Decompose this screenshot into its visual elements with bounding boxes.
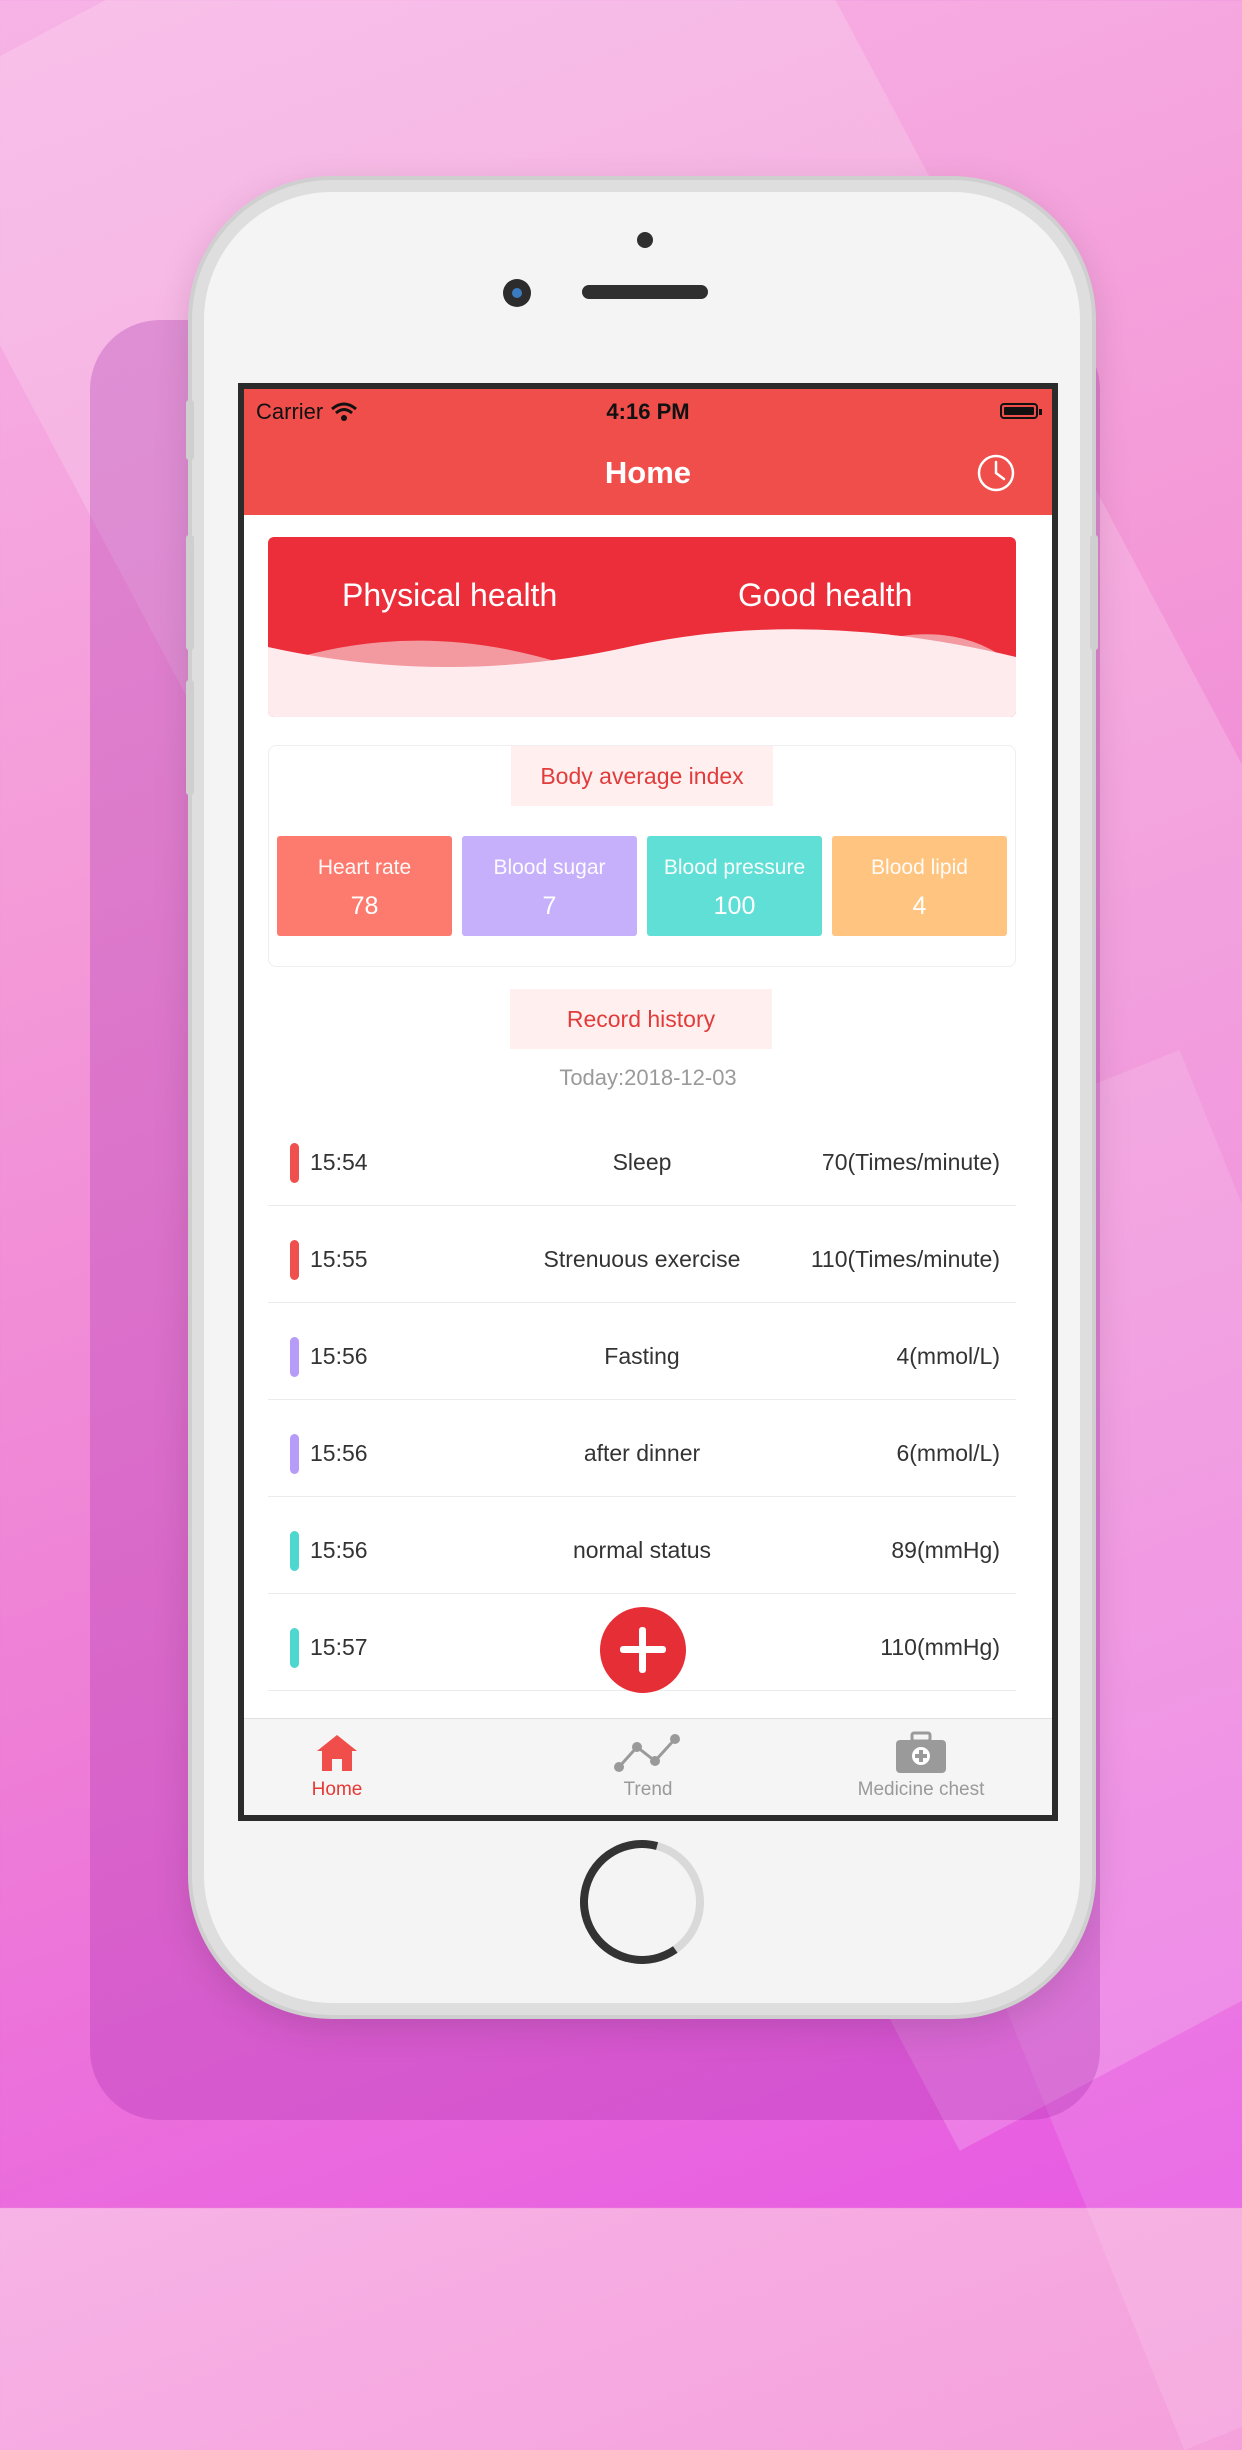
nav-bar: Home (244, 433, 1052, 515)
tile-label: Heart rate (317, 856, 412, 879)
index-tiles: Heart rate 78 Blood sugar 7 Blood pressu… (277, 836, 1007, 936)
history-row[interactable]: 15:56 Fasting 4(mmol/L) (268, 1303, 1016, 1400)
medicine-chest-icon (896, 1731, 946, 1773)
tab-label: Home (311, 1779, 363, 1800)
tile-label: Blood sugar (493, 856, 606, 879)
tab-label: Medicine chest (857, 1779, 985, 1800)
trend-icon (614, 1734, 680, 1772)
volume-down-button (186, 680, 194, 795)
history-date: Today:2018-12-03 (559, 1065, 737, 1090)
status-time: 4:16 PM (606, 399, 690, 424)
row-value: 4(mmol/L) (896, 1343, 1000, 1369)
clock-icon[interactable] (976, 453, 1016, 493)
earpiece-speaker (582, 285, 708, 299)
row-value: 110(mmHg) (880, 1634, 1000, 1660)
record-history-title: Record history (510, 989, 772, 1049)
health-banner: Physical health Good health (268, 537, 1016, 717)
history-row[interactable]: 15:55 Strenuous exercise 110(Times/minut… (268, 1206, 1016, 1303)
history-row[interactable]: 15:56 after dinner 6(mmol/L) (268, 1400, 1016, 1497)
row-time: 15:57 (310, 1634, 368, 1660)
average-index-title: Body average index (511, 746, 773, 806)
home-button[interactable] (580, 1840, 704, 1964)
row-value: 89(mmHg) (891, 1537, 1000, 1563)
app-screen: Carrier 4:16 PM Home Physical health Goo… (238, 383, 1058, 1821)
history-list: 15:54 Sleep 70(Times/minute) 15:55 Stren… (268, 1109, 1016, 1691)
home-icon (317, 1735, 357, 1771)
volume-up-button (186, 535, 194, 650)
banner-left-text: Physical health (342, 577, 558, 613)
tile-blood-sugar[interactable]: Blood sugar 7 (462, 836, 637, 936)
power-button (1090, 535, 1098, 650)
tile-value: 4 (912, 892, 927, 920)
tile-blood-lipid[interactable]: Blood lipid 4 (832, 836, 1007, 936)
history-row[interactable]: 15:56 normal status 89(mmHg) (268, 1497, 1016, 1594)
tile-value: 100 (713, 892, 756, 920)
mute-switch (186, 400, 194, 460)
tab-trend[interactable]: Trend (548, 1719, 748, 1815)
tile-value: 78 (350, 892, 379, 920)
add-record-button[interactable] (600, 1607, 686, 1693)
tab-bar: Home Trend Medicine chest (244, 1718, 1052, 1815)
status-bar: Carrier 4:16 PM (244, 389, 1052, 433)
row-value: 110(Times/minute) (810, 1246, 1000, 1272)
tile-label: Blood pressure (663, 856, 806, 879)
front-camera (503, 279, 531, 307)
page-title: Home (604, 455, 692, 490)
row-color-marker (290, 1628, 299, 1668)
proximity-sensor (637, 232, 653, 248)
banner-right-text: Good health (738, 577, 913, 613)
tab-medicine-chest[interactable]: Medicine chest (814, 1719, 1028, 1815)
tab-label: Trend (623, 1779, 673, 1800)
tab-home[interactable]: Home (244, 1719, 430, 1815)
average-index-card: Body average index Heart rate 78 Blood s… (268, 745, 1016, 967)
history-row[interactable]: 15:54 Sleep 70(Times/minute) (268, 1109, 1016, 1206)
row-value: 6(mmol/L) (896, 1440, 1000, 1466)
tile-label: Blood lipid (871, 856, 968, 879)
tile-heart-rate[interactable]: Heart rate 78 (277, 836, 452, 936)
tile-value: 7 (542, 892, 557, 920)
tile-blood-pressure[interactable]: Blood pressure 100 (647, 836, 822, 936)
row-value: 70(Times/minute) (821, 1149, 1000, 1175)
battery-icon (1000, 403, 1042, 419)
wave-decoration (268, 629, 1016, 717)
